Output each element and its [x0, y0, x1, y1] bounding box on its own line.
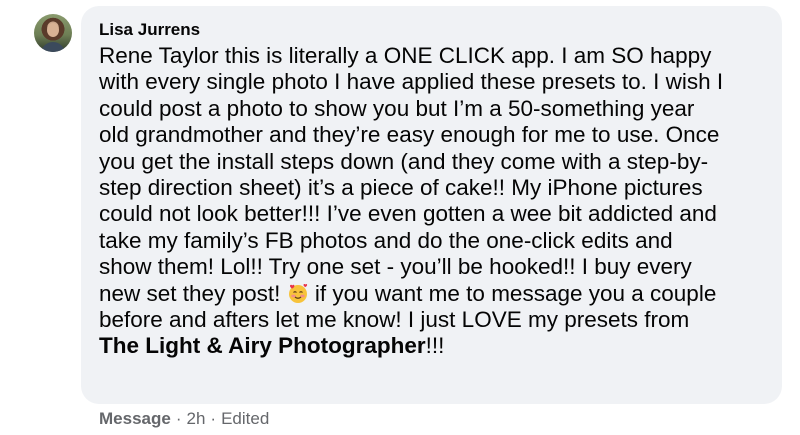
comment-author[interactable]: Lisa Jurrens — [99, 18, 770, 41]
avatar[interactable] — [34, 14, 72, 52]
comment-line: The Light & Airy Photographer!!! — [99, 333, 770, 359]
comment-line-with-emoji: new set they post! if you want me to mes… — [99, 281, 770, 307]
smiling-face-with-hearts-icon — [287, 282, 309, 304]
comment-line: show them! Lol!! Try one set - you’ll be… — [99, 254, 692, 280]
comment-timestamp[interactable]: 2h — [187, 409, 206, 428]
comment: Lisa Jurrens Rene Taylor this is literal… — [0, 0, 800, 435]
page-mention-link[interactable]: The Light & Airy Photographer — [99, 333, 426, 358]
comment-line: old grandmother and they’re easy enough … — [99, 122, 720, 148]
comment-body: Rene Taylor this is literally a ONE CLIC… — [99, 43, 770, 360]
comment-line: with every single photo I have applied t… — [99, 69, 724, 95]
edited-label[interactable]: Edited — [221, 409, 269, 428]
comment-line: could not look better!!! I’ve even gotte… — [99, 201, 717, 227]
comment-text-segment: new set they post! — [99, 280, 287, 306]
comment-line: take my family’s FB photos and do the on… — [99, 227, 673, 253]
comment-line: before and afters let me know! I just LO… — [99, 307, 690, 333]
comment-text-segment: !!! — [425, 333, 445, 359]
comment-line: step direction sheet) it’s a piece of ca… — [99, 175, 703, 201]
comment-line: you get the install steps down (and they… — [99, 148, 709, 174]
meta-separator: · — [210, 409, 217, 428]
avatar-face — [47, 23, 59, 37]
comment-line: Rene Taylor this is literally a ONE CLIC… — [99, 43, 712, 68]
comment-meta: Message · 2h · Edited — [99, 408, 269, 430]
avatar-shirt — [41, 42, 65, 52]
comment-line: could post a photo to show you but I’m a… — [99, 95, 695, 121]
message-button[interactable]: Message — [99, 409, 171, 428]
comment-bubble: Lisa Jurrens Rene Taylor this is literal… — [81, 6, 782, 404]
comment-text-segment: if you want me to message you a couple — [308, 280, 717, 306]
meta-separator: · — [175, 409, 182, 428]
